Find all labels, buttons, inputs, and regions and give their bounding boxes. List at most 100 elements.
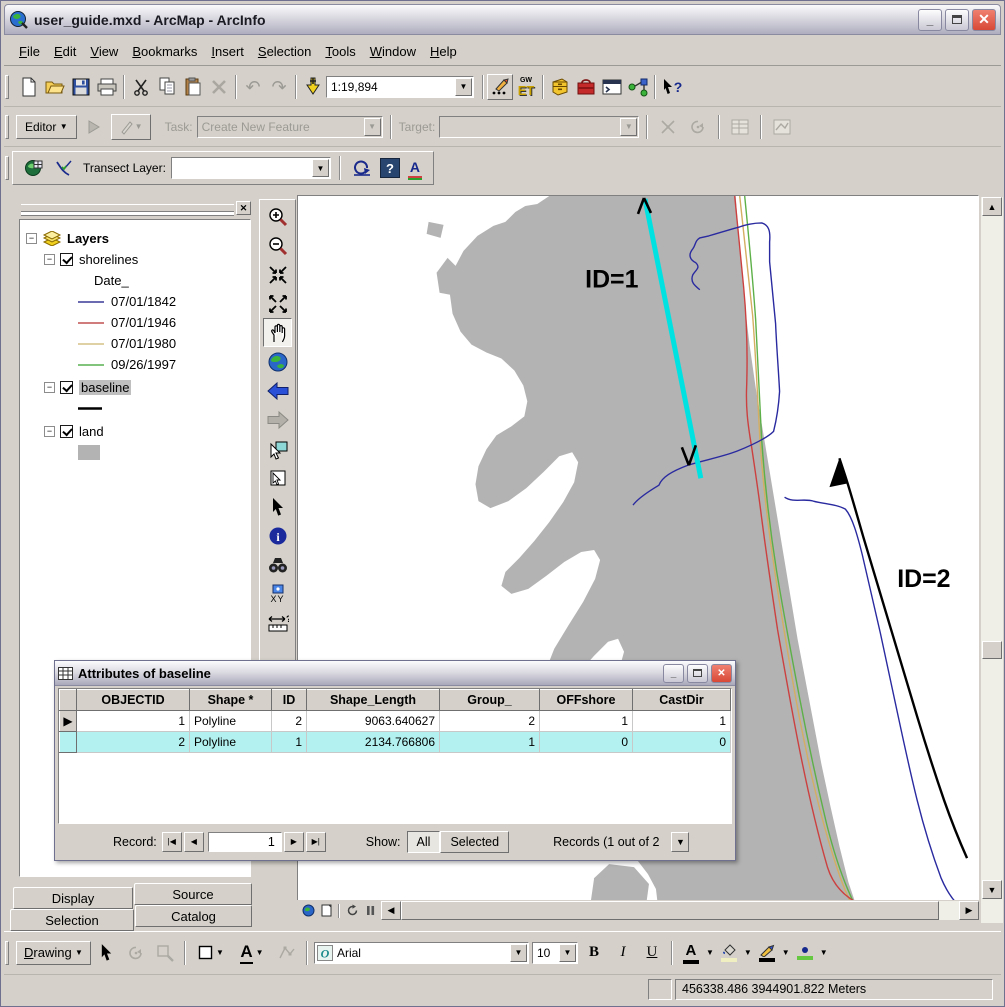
tab-display[interactable]: Display [13,887,133,909]
et-geowizards-button[interactable]: GW ET [513,74,539,100]
go-to-xy-icon[interactable]: XY [263,579,292,608]
edit-tool-icon[interactable] [81,114,107,140]
layout-view-icon[interactable] [317,902,335,920]
map-scale-value[interactable]: 1:19,894 [327,80,454,94]
chevron-down-icon[interactable]: ▼ [744,948,752,957]
last-record-icon[interactable]: ▶| [305,831,326,852]
command-line-button[interactable] [599,74,625,100]
layer-baseline-label[interactable]: baseline [79,380,132,395]
toolbar-grip[interactable] [5,74,9,99]
identify-icon[interactable]: i [263,521,292,550]
expand-collapse-icon[interactable]: − [26,233,37,244]
font-color-button[interactable]: A [679,940,703,966]
menu-insert[interactable]: Insert [204,41,251,62]
find-icon[interactable] [263,550,292,579]
col-id[interactable]: ID [271,689,307,711]
add-data-button[interactable] [300,74,326,100]
col-shape-length[interactable]: Shape_Length [306,689,440,711]
toolbar-grip[interactable] [5,940,9,965]
menu-window[interactable]: Window [363,41,423,62]
save-button[interactable] [68,74,94,100]
next-record-icon[interactable]: ▶ [283,831,304,852]
toc-root-label[interactable]: Layers [67,231,109,246]
col-objectid[interactable]: OBJECTID [76,689,190,711]
vscroll-thumb[interactable] [982,641,1002,659]
zoom-out-icon[interactable] [263,231,292,260]
chevron-down-icon[interactable]: ▼ [820,948,828,957]
transect-help-button[interactable]: ? [379,158,400,178]
zoom-in-icon[interactable] [263,202,292,231]
hscroll-track[interactable] [939,901,959,920]
first-record-icon[interactable]: |◀ [161,831,182,852]
toc-grip[interactable] [21,204,234,212]
table-row[interactable]: ▶ 1 Polyline 2 9063.640627 2 1 1 [59,710,731,732]
data-view-icon[interactable] [299,902,317,920]
col-offshore[interactable]: OFFshore [539,689,633,711]
pause-drawing-icon[interactable] [361,902,379,920]
col-shape[interactable]: Shape * [189,689,272,711]
previous-record-icon[interactable]: ◀ [183,831,204,852]
marker-color-button[interactable] [793,940,817,966]
minimize-button[interactable]: _ [918,8,942,31]
cast-transects-icon[interactable] [52,155,78,181]
cut-button[interactable] [128,74,154,100]
menu-file[interactable]: File [12,41,47,62]
transect-annotate-button[interactable]: A [405,157,425,179]
select-elements-icon[interactable] [94,940,120,966]
chevron-down-icon[interactable]: ▼ [558,943,576,962]
sketch-tool-icon[interactable]: ▼ [110,113,151,140]
show-selected-button[interactable]: Selected [440,830,510,853]
layer-land-label[interactable]: land [79,424,104,439]
expand-collapse-icon[interactable]: − [44,382,55,393]
dialog-maximize-button[interactable] [687,663,708,683]
show-all-button[interactable]: All [406,830,441,853]
record-number-input[interactable]: 1 [207,831,282,852]
refresh-icon[interactable] [343,902,361,920]
col-group[interactable]: Group_ [439,689,540,711]
menu-view[interactable]: View [83,41,125,62]
chevron-down-icon[interactable]: ▼ [455,77,472,96]
full-extent-icon[interactable] [263,347,292,376]
select-elements-icon[interactable] [263,492,292,521]
undo-icon[interactable]: ↶ [240,74,266,100]
menu-help[interactable]: Help [423,41,464,62]
tab-selection[interactable]: Selection [10,909,134,931]
chevron-down-icon[interactable]: ▼ [311,159,329,177]
select-features-icon[interactable] [263,434,292,463]
underline-button[interactable]: U [639,940,665,966]
menu-selection[interactable]: Selection [251,41,318,62]
line-color-button[interactable] [755,940,779,966]
toolbar-grip[interactable] [5,156,9,180]
map-vertical-scrollbar[interactable]: ▲ ▼ [981,197,1003,923]
baseline-checkbox[interactable] [60,381,73,394]
dialog-title-bar[interactable]: Attributes of baseline _ ✕ [55,661,735,686]
bold-button[interactable]: B [581,940,607,966]
current-record-marker[interactable]: ▶ [59,710,77,732]
close-button[interactable]: ✕ [972,8,996,31]
print-button[interactable] [94,74,120,100]
scroll-up-icon[interactable]: ▲ [982,197,1002,216]
dialog-close-button[interactable]: ✕ [711,663,732,683]
map-scale-combo[interactable]: 1:19,894 ▼ [326,75,474,98]
new-map-button[interactable] [16,74,42,100]
italic-button[interactable]: I [610,940,636,966]
dialog-minimize-button[interactable]: _ [663,663,684,683]
editor-toolbar-button[interactable] [487,73,513,100]
model-builder-button[interactable] [625,74,651,100]
font-size-combo[interactable]: 10 ▼ [531,941,578,964]
text-tool[interactable]: A ▼ [233,940,271,966]
clear-selected-features-icon[interactable] [263,463,292,492]
toc-close-icon[interactable]: ✕ [236,201,251,215]
copy-button[interactable] [154,74,180,100]
rectangle-tool[interactable]: ▼ [192,940,230,966]
tab-catalog[interactable]: Catalog [135,905,252,927]
fixed-zoom-out-icon[interactable] [263,289,292,318]
chevron-down-icon[interactable]: ▼ [706,948,714,957]
measure-icon[interactable]: ? [263,608,292,637]
expand-collapse-icon[interactable]: − [44,426,55,437]
font-combo[interactable]: O Arial ▼ [313,941,529,964]
menu-tools[interactable]: Tools [318,41,362,62]
paste-button[interactable] [180,74,206,100]
arccatalog-button[interactable] [547,74,573,100]
maximize-button[interactable] [945,8,969,31]
